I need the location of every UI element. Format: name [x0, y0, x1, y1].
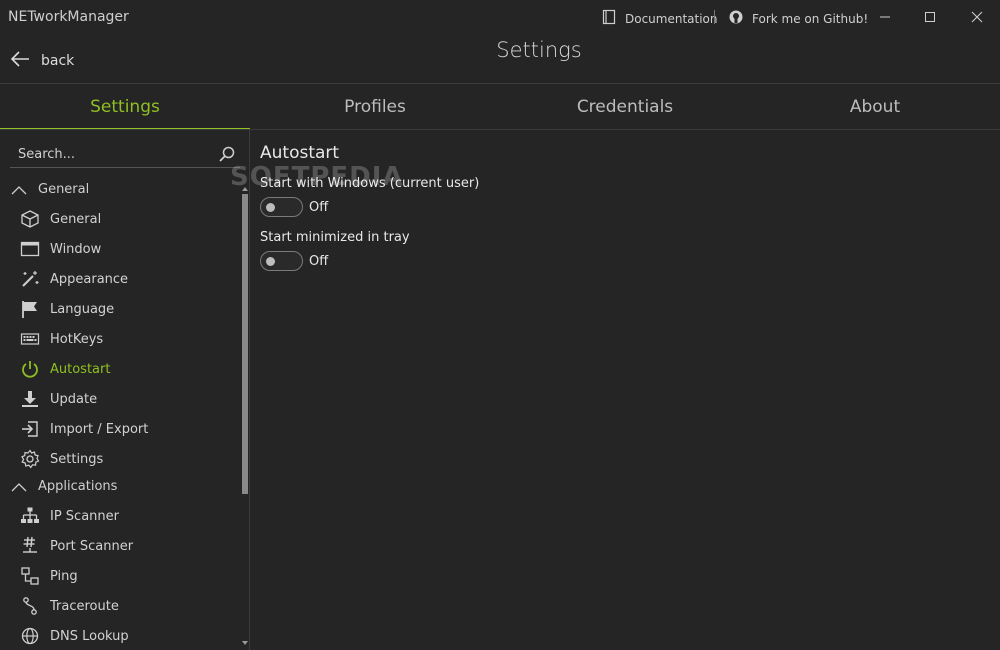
sidebar-item-dns-lookup[interactable]: DNS Lookup [20, 625, 129, 647]
tab-profiles[interactable]: Profiles [250, 84, 500, 130]
start-minimized-toggle[interactable]: Off [260, 251, 328, 271]
close-button[interactable] [954, 3, 1000, 31]
github-link[interactable]: Fork me on Github! [728, 9, 868, 28]
group-general[interactable]: General [10, 182, 89, 197]
gear-icon [20, 449, 40, 469]
sidebar-item-general[interactable]: General [20, 208, 101, 230]
tab-settings[interactable]: Settings [0, 84, 250, 130]
section-title: Autostart [260, 143, 340, 163]
documentation-link[interactable]: Documentation [601, 9, 718, 28]
chevron-up-icon [11, 482, 27, 491]
sidebar-item-label: General [50, 211, 102, 227]
sidebar-item-import-export[interactable]: Import / Export [20, 418, 148, 440]
toggle-state: Off [309, 199, 329, 215]
sidebar-item-label: Window [50, 241, 102, 257]
chevron-up-icon [11, 185, 27, 194]
sidebar-item-label: Autostart [50, 361, 111, 377]
arrow-left-icon [9, 48, 31, 74]
sidebar-item-label: DNS Lookup [50, 628, 129, 644]
sidebar-item-ping[interactable]: Ping [20, 565, 78, 587]
settings-sidebar: General General Window Appearance Langua… [0, 130, 250, 650]
app-title: NETworkManager [8, 9, 129, 25]
cube-icon [20, 209, 40, 229]
sidebar-item-port-scanner[interactable]: Port Scanner [20, 535, 133, 557]
sidebar-item-autostart[interactable]: Autostart [20, 358, 110, 380]
github-icon [728, 9, 744, 28]
sidebar-item-label: Traceroute [50, 598, 119, 614]
maximize-button[interactable] [907, 3, 953, 31]
option-label: Start minimized in tray [260, 230, 410, 245]
download-icon [20, 389, 40, 409]
hash-plug-icon [20, 536, 40, 556]
import-icon [20, 419, 40, 439]
sidebar-item-label: Ping [50, 568, 78, 584]
github-label: Fork me on Github! [752, 11, 869, 26]
ping-icon [20, 566, 40, 586]
sidebar-item-label: Port Scanner [50, 538, 134, 554]
scroll-down-icon[interactable] [242, 640, 248, 646]
sidebar-item-label: HotKeys [50, 331, 104, 347]
sidebar-item-label: Import / Export [50, 421, 149, 437]
toggle-switch[interactable] [260, 251, 303, 271]
sidebar-item-hotkeys[interactable]: HotKeys [20, 328, 103, 350]
tab-bar: Settings Profiles Credentials About [0, 84, 1000, 130]
network-tree-icon [20, 506, 40, 526]
toggle-knob [266, 257, 275, 266]
sidebar-scrollbar[interactable] [242, 186, 248, 648]
sidebar-item-window[interactable]: Window [20, 238, 101, 260]
titlebar-divider [714, 10, 715, 24]
group-label: Applications [38, 479, 118, 494]
toggle-state: Off [309, 253, 329, 269]
sidebar-item-label: Settings [50, 451, 104, 467]
toggle-switch[interactable] [260, 197, 303, 217]
sidebar-item-label: Appearance [50, 271, 129, 287]
app-window: NETworkManager Documentation Fork me on … [0, 0, 1000, 650]
toggle-knob [266, 203, 275, 212]
book-icon [601, 9, 617, 28]
sidebar-item-label: IP Scanner [50, 508, 119, 524]
power-icon [20, 359, 40, 379]
scroll-thumb[interactable] [242, 194, 248, 494]
start-with-windows-toggle[interactable]: Off [260, 197, 328, 217]
globe-icon [20, 626, 40, 646]
watermark: SOFTPEDIA [230, 162, 404, 192]
sidebar-item-settings[interactable]: Settings [20, 448, 103, 470]
sidebar-item-appearance[interactable]: Appearance [20, 268, 128, 290]
search-box [10, 142, 240, 168]
magic-wand-icon [20, 269, 40, 289]
route-icon [20, 596, 40, 616]
search-icon[interactable] [218, 145, 236, 163]
title-bar: NETworkManager Documentation Fork me on … [0, 0, 1000, 36]
window-icon [20, 239, 40, 259]
search-input[interactable] [10, 142, 210, 166]
keyboard-icon [20, 329, 40, 349]
tab-about[interactable]: About [750, 84, 1000, 130]
settings-content: Autostart Start with Windows (current us… [250, 130, 1000, 650]
sidebar-item-label: Update [50, 391, 98, 407]
sidebar-item-update[interactable]: Update [20, 388, 97, 410]
documentation-label: Documentation [625, 11, 718, 26]
sidebar-item-ip-scanner[interactable]: IP Scanner [20, 505, 119, 527]
maximize-icon [925, 12, 935, 22]
tab-credentials[interactable]: Credentials [500, 84, 750, 130]
page-title: Settings [496, 38, 582, 62]
sidebar-item-language[interactable]: Language [20, 298, 114, 320]
back-button[interactable]: back [9, 48, 74, 74]
close-icon [971, 11, 983, 23]
sidebar-item-label: Language [50, 301, 115, 317]
minimize-icon [880, 16, 890, 18]
group-applications[interactable]: Applications [10, 479, 117, 494]
sidebar-item-traceroute[interactable]: Traceroute [20, 595, 119, 617]
group-label: General [38, 182, 90, 197]
minimize-button[interactable] [862, 3, 908, 31]
flag-icon [20, 299, 40, 319]
back-label: back [41, 53, 75, 69]
